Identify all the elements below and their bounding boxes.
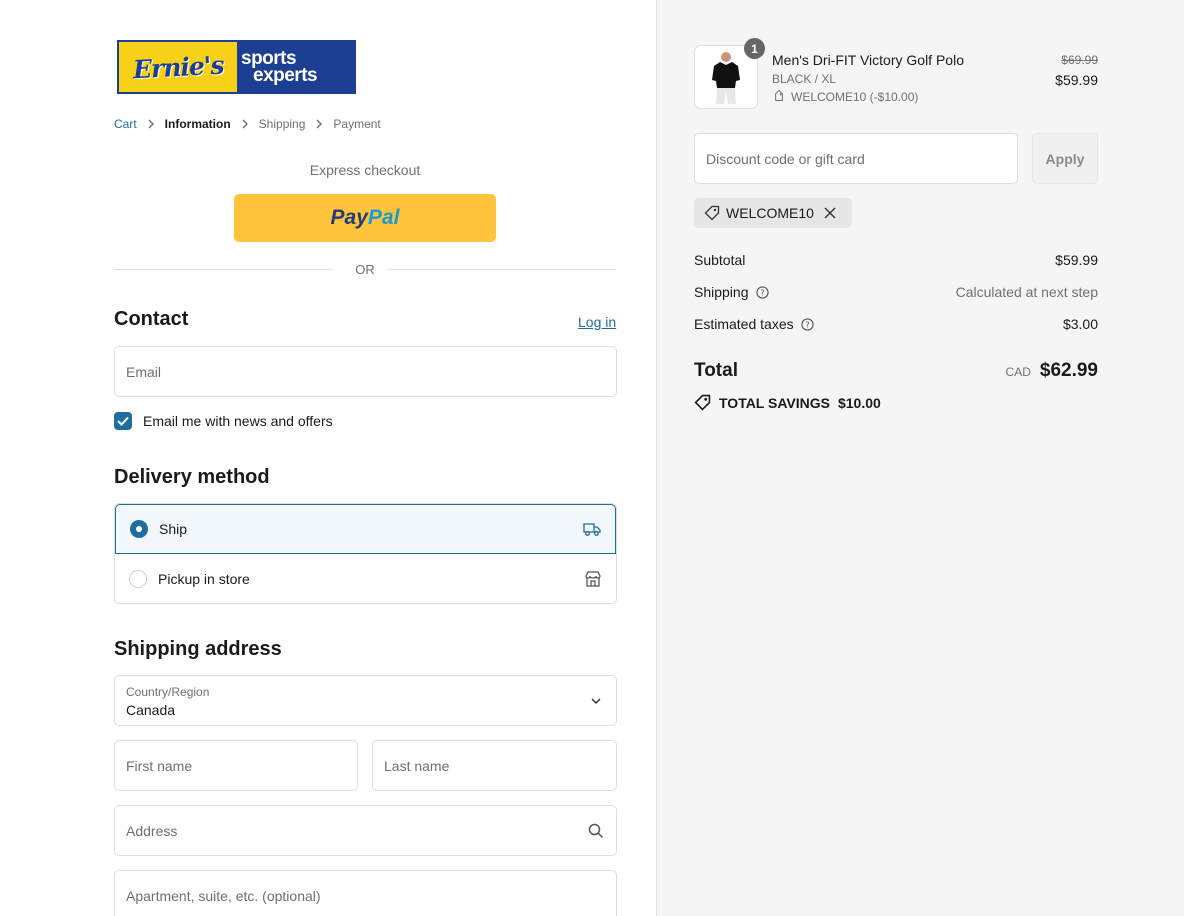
close-icon[interactable] [824, 207, 836, 219]
taxes-label: Estimated taxes [694, 316, 794, 332]
delivery-option-pickup[interactable]: Pickup in store [115, 554, 616, 603]
shipping-row: Shipping ? Calculated at next step [694, 284, 1098, 300]
paypal-button[interactable]: Pay Pal [234, 194, 496, 242]
info-icon[interactable]: ? [755, 285, 769, 299]
first-name-field[interactable]: First name [114, 740, 358, 791]
subtotal-value: $59.99 [1055, 252, 1098, 268]
product-discount: WELCOME10 (-$10.00) [772, 90, 918, 104]
tag-icon [775, 90, 783, 101]
quantity-badge: 1 [744, 38, 765, 59]
or-divider: OR [114, 262, 616, 278]
newsletter-label: Email me with news and offers [143, 413, 333, 429]
discount-code-field[interactable]: Discount code or gift card [694, 133, 1018, 184]
svg-text:?: ? [805, 319, 809, 329]
shipping-address-title: Shipping address [114, 638, 282, 660]
logo-text-ernies: Ernie's [132, 50, 224, 84]
breadcrumb-payment: Payment [333, 117, 381, 131]
contact-title: Contact [114, 308, 189, 330]
sale-price: $59.99 [1055, 72, 1098, 88]
product-discount-text: WELCOME10 (-$10.00) [791, 90, 919, 104]
breadcrumb-cart[interactable]: Cart [114, 117, 137, 131]
logo-yellow-block: Ernie's [119, 42, 237, 92]
apply-button[interactable]: Apply [1032, 133, 1098, 184]
login-link[interactable]: Log in [578, 314, 616, 330]
shipping-label-group: Shipping ? [694, 284, 769, 300]
search-icon [588, 823, 604, 838]
email-field[interactable]: Email [114, 346, 617, 397]
applied-discount-tag: WELCOME10 [694, 198, 852, 228]
logo-text-experts: experts [253, 65, 318, 86]
total-label: Total [694, 360, 738, 381]
shipping-value: Calculated at next step [955, 284, 1098, 300]
divider-line [388, 269, 616, 270]
ship-label: Ship [159, 521, 188, 537]
breadcrumb-shipping: Shipping [258, 117, 306, 131]
pickup-radio[interactable] [129, 570, 147, 588]
breadcrumb-information: Information [164, 117, 231, 131]
express-checkout-label: Express checkout [309, 162, 421, 178]
subtotal-label: Subtotal [694, 252, 746, 268]
first-name-placeholder: First name [126, 757, 193, 774]
checkout-main: Ernie's sports experts Cart Information … [0, 0, 656, 916]
email-placeholder: Email [126, 363, 162, 380]
tag-icon [694, 394, 711, 411]
store-logo[interactable]: Ernie's sports experts [117, 40, 356, 94]
newsletter-checkbox[interactable] [114, 412, 132, 430]
address-field[interactable]: Address [114, 805, 617, 856]
currency-code: CAD [1005, 365, 1031, 379]
apartment-field[interactable]: Apartment, suite, etc. (optional) [114, 870, 617, 916]
truck-icon [583, 523, 601, 536]
product-thumbnail: 1 [694, 38, 765, 109]
total-savings: TOTAL SAVINGS $10.00 [694, 394, 881, 411]
paypal-logo-pal: Pal [367, 206, 400, 229]
ship-radio[interactable] [130, 520, 148, 538]
svg-text:?: ? [760, 287, 764, 297]
total-row: Total CAD $62.99 [694, 360, 1098, 382]
store-icon [585, 571, 601, 587]
delivery-method-group: Ship Pickup in store [114, 503, 617, 604]
chevron-down-icon [591, 697, 601, 704]
chevron-right-icon [305, 119, 333, 129]
original-price: $69.99 [1061, 53, 1098, 67]
taxes-value: $3.00 [1062, 316, 1098, 332]
product-variant: BLACK / XL [772, 72, 837, 86]
taxes-row: Estimated taxes ? $3.00 [694, 316, 1098, 332]
savings-label: TOTAL SAVINGS [719, 394, 830, 411]
subtotal-row: Subtotal $59.99 [694, 252, 1098, 268]
info-icon[interactable]: ? [800, 317, 814, 331]
last-name-placeholder: Last name [384, 757, 450, 774]
chevron-right-icon [231, 119, 259, 129]
taxes-label-group: Estimated taxes ? [694, 316, 814, 332]
applied-discount-code: WELCOME10 [726, 205, 814, 221]
logo-blue-block: sports experts [237, 42, 354, 92]
address-placeholder: Address [126, 822, 178, 839]
chevron-right-icon [137, 119, 165, 129]
delivery-option-ship[interactable]: Ship [115, 504, 616, 554]
paypal-logo-pay: Pay [330, 206, 368, 229]
tag-icon [704, 205, 720, 221]
newsletter-option[interactable]: Email me with news and offers [114, 412, 333, 430]
delivery-method-title: Delivery method [114, 466, 270, 488]
country-select[interactable]: Country/Region Canada [114, 675, 617, 726]
pickup-label: Pickup in store [158, 571, 250, 587]
breadcrumb: Cart Information Shipping Payment [114, 117, 381, 131]
savings-value: $10.00 [837, 394, 881, 411]
shipping-label: Shipping [694, 284, 749, 300]
country-label: Country/Region [126, 685, 210, 699]
product-name: Men's Dri-FIT Victory Golf Polo [772, 52, 964, 68]
total-amount: CAD $62.99 [1006, 360, 1098, 382]
discount-code-placeholder: Discount code or gift card [706, 150, 865, 167]
apartment-placeholder: Apartment, suite, etc. (optional) [126, 887, 321, 904]
total-value: $62.99 [1039, 360, 1098, 381]
check-icon [117, 416, 129, 426]
last-name-field[interactable]: Last name [372, 740, 617, 791]
country-value: Canada [126, 702, 176, 718]
